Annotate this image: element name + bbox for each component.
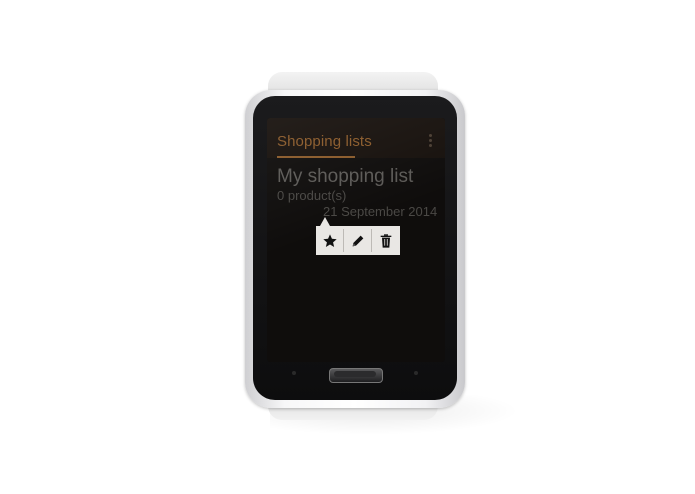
app-header: Shopping lists [267, 118, 445, 158]
favorite-button[interactable] [316, 226, 343, 255]
trash-icon [380, 233, 391, 248]
app-title: Shopping lists [277, 133, 372, 150]
edit-pencil-icon [352, 235, 363, 246]
overflow-menu-icon[interactable] [423, 134, 437, 150]
popup-pointer [320, 217, 330, 226]
sensor-dot [292, 371, 296, 375]
list-item-name: My shopping list [277, 166, 414, 187]
star-icon [322, 233, 337, 247]
list-item-date: 21 September 2014 [323, 204, 438, 219]
action-popup [316, 226, 400, 255]
list-item-count: 0 product(s) [277, 188, 347, 203]
watch-screen: Shopping lists My shopping list 0 produc… [267, 118, 445, 362]
edit-button[interactable] [344, 226, 371, 255]
delete-button[interactable] [372, 226, 399, 255]
watch-stage: Shopping lists My shopping list 0 produc… [0, 0, 695, 494]
sensor-dot [414, 371, 418, 375]
title-underline [277, 156, 355, 158]
home-button-inset [334, 371, 376, 377]
